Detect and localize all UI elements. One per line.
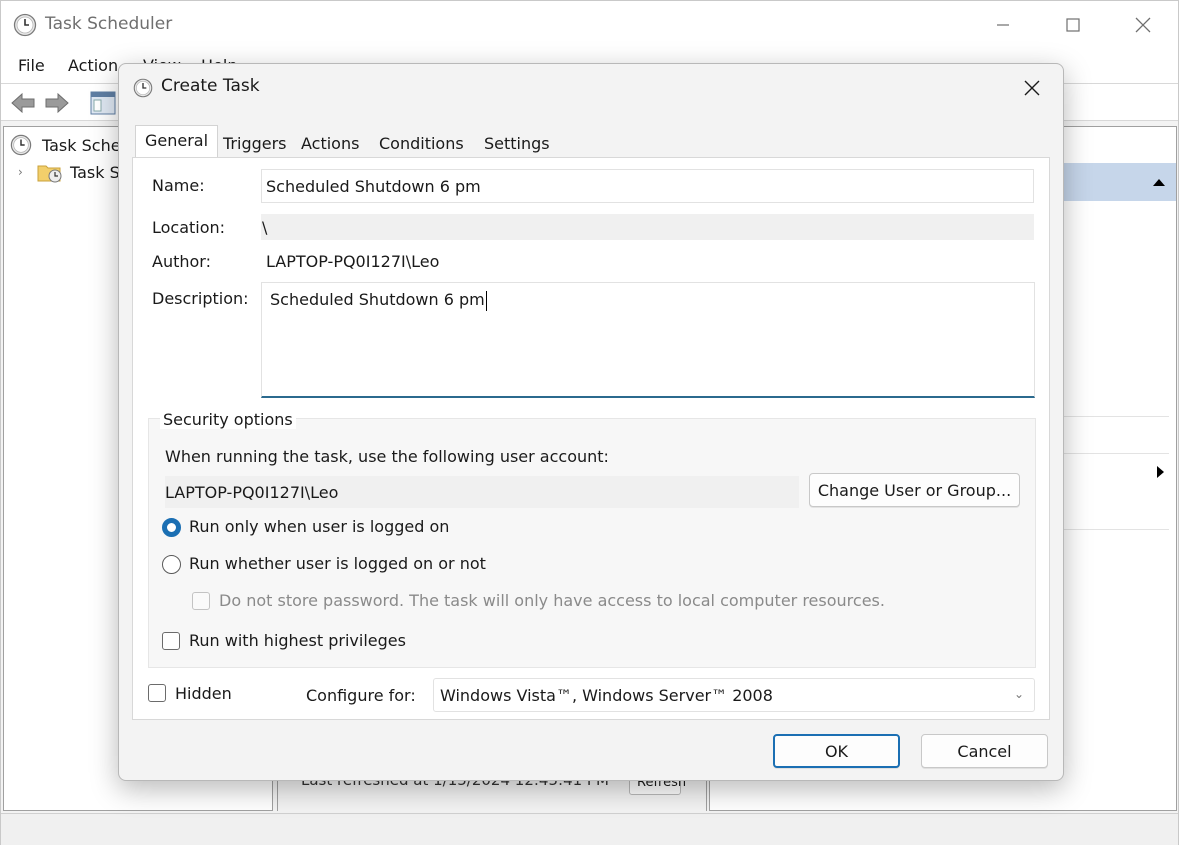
main-window-title: Task Scheduler: [45, 14, 173, 34]
run-whether-radio[interactable]: [162, 555, 181, 574]
highest-privileges-label[interactable]: Run with highest privileges: [189, 631, 406, 650]
hidden-checkbox[interactable]: [148, 684, 166, 702]
configure-for-label: Configure for:: [306, 686, 416, 705]
run-whether-label[interactable]: Run whether user is logged on or not: [189, 554, 486, 573]
name-label: Name:: [152, 176, 205, 195]
close-window-button[interactable]: [1108, 1, 1178, 49]
user-account-value: LAPTOP-PQ0I127I\Leo: [165, 476, 799, 508]
submenu-arrow-icon[interactable]: [1156, 465, 1166, 479]
no-store-password-label: Do not store password. The task will onl…: [219, 591, 885, 610]
maximize-icon: [1066, 18, 1080, 32]
tab-conditions[interactable]: Conditions: [379, 130, 464, 158]
folder-clock-icon: [37, 165, 62, 183]
description-textarea[interactable]: Scheduled Shutdown 6 pm: [261, 282, 1035, 398]
chevron-down-icon: ⌄: [1013, 687, 1024, 701]
general-tab-panel: Name: Scheduled Shutdown 6 pm Location: …: [132, 157, 1050, 720]
menu-file[interactable]: File: [18, 56, 45, 75]
maximize-button[interactable]: [1038, 1, 1108, 49]
close-icon: [1024, 80, 1040, 96]
tab-triggers[interactable]: Triggers: [223, 130, 287, 158]
minimize-button[interactable]: [968, 1, 1038, 49]
collapse-up-icon[interactable]: [1152, 177, 1166, 187]
forward-arrow-icon[interactable]: [43, 90, 71, 116]
description-label: Description:: [152, 289, 249, 308]
tab-settings[interactable]: Settings: [484, 130, 550, 158]
clock-icon: [133, 78, 153, 98]
status-bar: [1, 813, 1178, 845]
configure-for-value: Windows Vista™, Windows Server™ 2008: [440, 685, 773, 705]
location-label: Location:: [152, 218, 226, 237]
name-input[interactable]: Scheduled Shutdown 6 pm: [261, 169, 1034, 203]
run-logged-on-radio[interactable]: [162, 518, 181, 537]
hidden-label[interactable]: Hidden: [175, 684, 232, 703]
no-store-password-checkbox[interactable]: [192, 592, 210, 610]
back-arrow-icon[interactable]: [9, 90, 37, 116]
chevron-right-icon[interactable]: ›: [18, 165, 36, 179]
description-text: Scheduled Shutdown 6 pm: [270, 290, 485, 309]
show-hide-console-icon[interactable]: [89, 90, 117, 116]
configure-for-select[interactable]: Windows Vista™, Windows Server™ 2008 ⌄: [433, 678, 1035, 712]
dialog-title-bar: Create Task: [119, 64, 1063, 112]
ok-button[interactable]: OK: [773, 734, 900, 768]
create-task-dialog: Create Task General Triggers Actions Con…: [118, 63, 1064, 781]
tab-actions[interactable]: Actions: [301, 130, 359, 158]
clock-icon: [10, 134, 32, 156]
run-logged-on-label[interactable]: Run only when user is logged on: [189, 517, 449, 536]
change-user-button[interactable]: Change User or Group...: [809, 473, 1020, 507]
menu-action[interactable]: Action: [68, 56, 118, 75]
clock-icon: [13, 13, 37, 37]
dialog-title: Create Task: [161, 76, 260, 96]
text-caret: [485, 290, 487, 311]
tab-general[interactable]: General: [135, 125, 219, 158]
author-label: Author:: [152, 252, 211, 271]
dialog-close-button[interactable]: [1013, 72, 1051, 104]
close-icon: [1135, 17, 1151, 33]
security-options-title: Security options: [160, 410, 296, 429]
location-value: \: [261, 214, 1034, 240]
user-account-prompt: When running the task, use the following…: [165, 447, 609, 466]
minimize-icon: [997, 24, 1009, 26]
cancel-button[interactable]: Cancel: [921, 734, 1048, 768]
main-title-bar: Task Scheduler: [1, 1, 1178, 49]
highest-privileges-checkbox[interactable]: [162, 632, 180, 650]
author-value: LAPTOP-PQ0I127I\Leo: [266, 252, 440, 271]
